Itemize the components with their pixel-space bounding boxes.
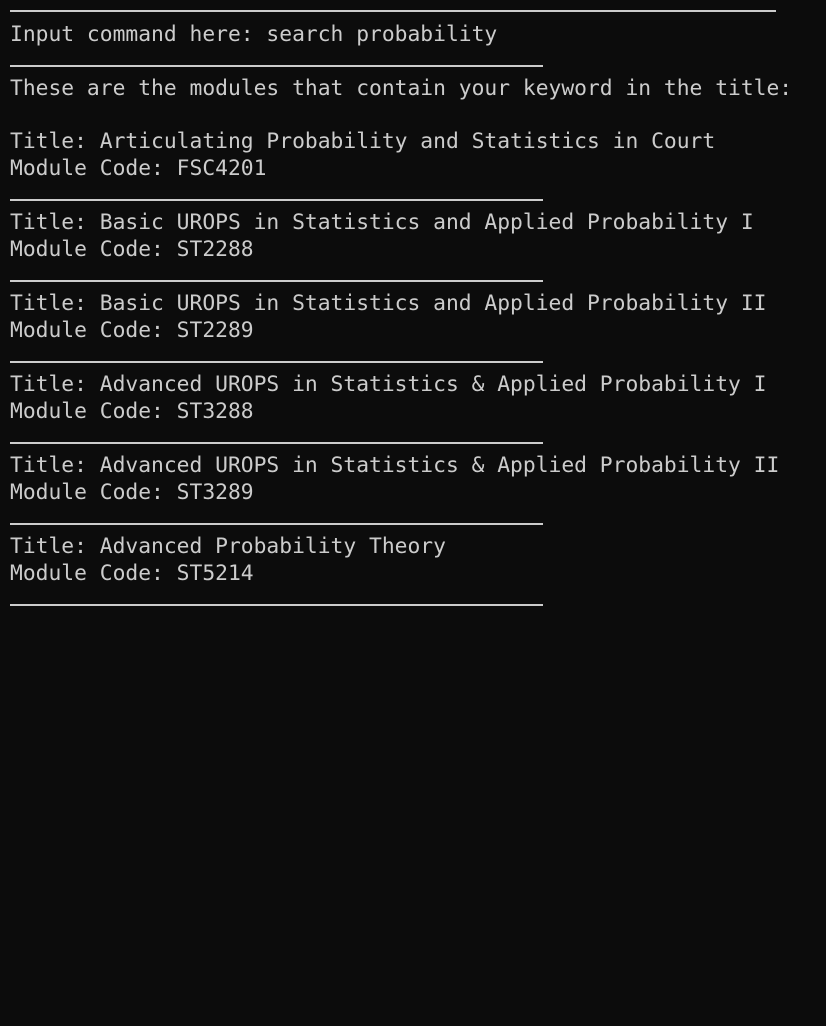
- divider-line: [10, 65, 543, 67]
- module-title: Title: Basic UROPS in Statistics and App…: [10, 291, 767, 316]
- module-title: Title: Articulating Probability and Stat…: [10, 129, 716, 154]
- module-title: Title: Advanced UROPS in Statistics & Ap…: [10, 453, 780, 478]
- divider-line: [10, 280, 543, 282]
- divider-line: [10, 361, 543, 363]
- terminal-window[interactable]: Input command here: search probability T…: [0, 0, 826, 615]
- divider-line: [10, 442, 543, 444]
- module-code: Module Code: ST5214: [10, 561, 254, 586]
- module-code: Module Code: FSC4201: [10, 156, 267, 181]
- module-code: Module Code: ST3289: [10, 480, 254, 505]
- command-prompt-line: Input command here: search probability: [10, 22, 498, 47]
- module-code: Module Code: ST2288: [10, 237, 254, 262]
- divider-line: [10, 604, 543, 606]
- module-code: Module Code: ST3288: [10, 399, 254, 424]
- module-title: Title: Advanced UROPS in Statistics & Ap…: [10, 372, 767, 397]
- module-title: Title: Basic UROPS in Statistics and App…: [10, 210, 754, 235]
- divider-line: [10, 523, 543, 525]
- divider-line: [10, 10, 776, 12]
- divider-line: [10, 199, 543, 201]
- module-code: Module Code: ST2289: [10, 318, 254, 343]
- module-title: Title: Advanced Probability Theory: [10, 534, 446, 559]
- result-header: These are the modules that contain your …: [10, 76, 793, 101]
